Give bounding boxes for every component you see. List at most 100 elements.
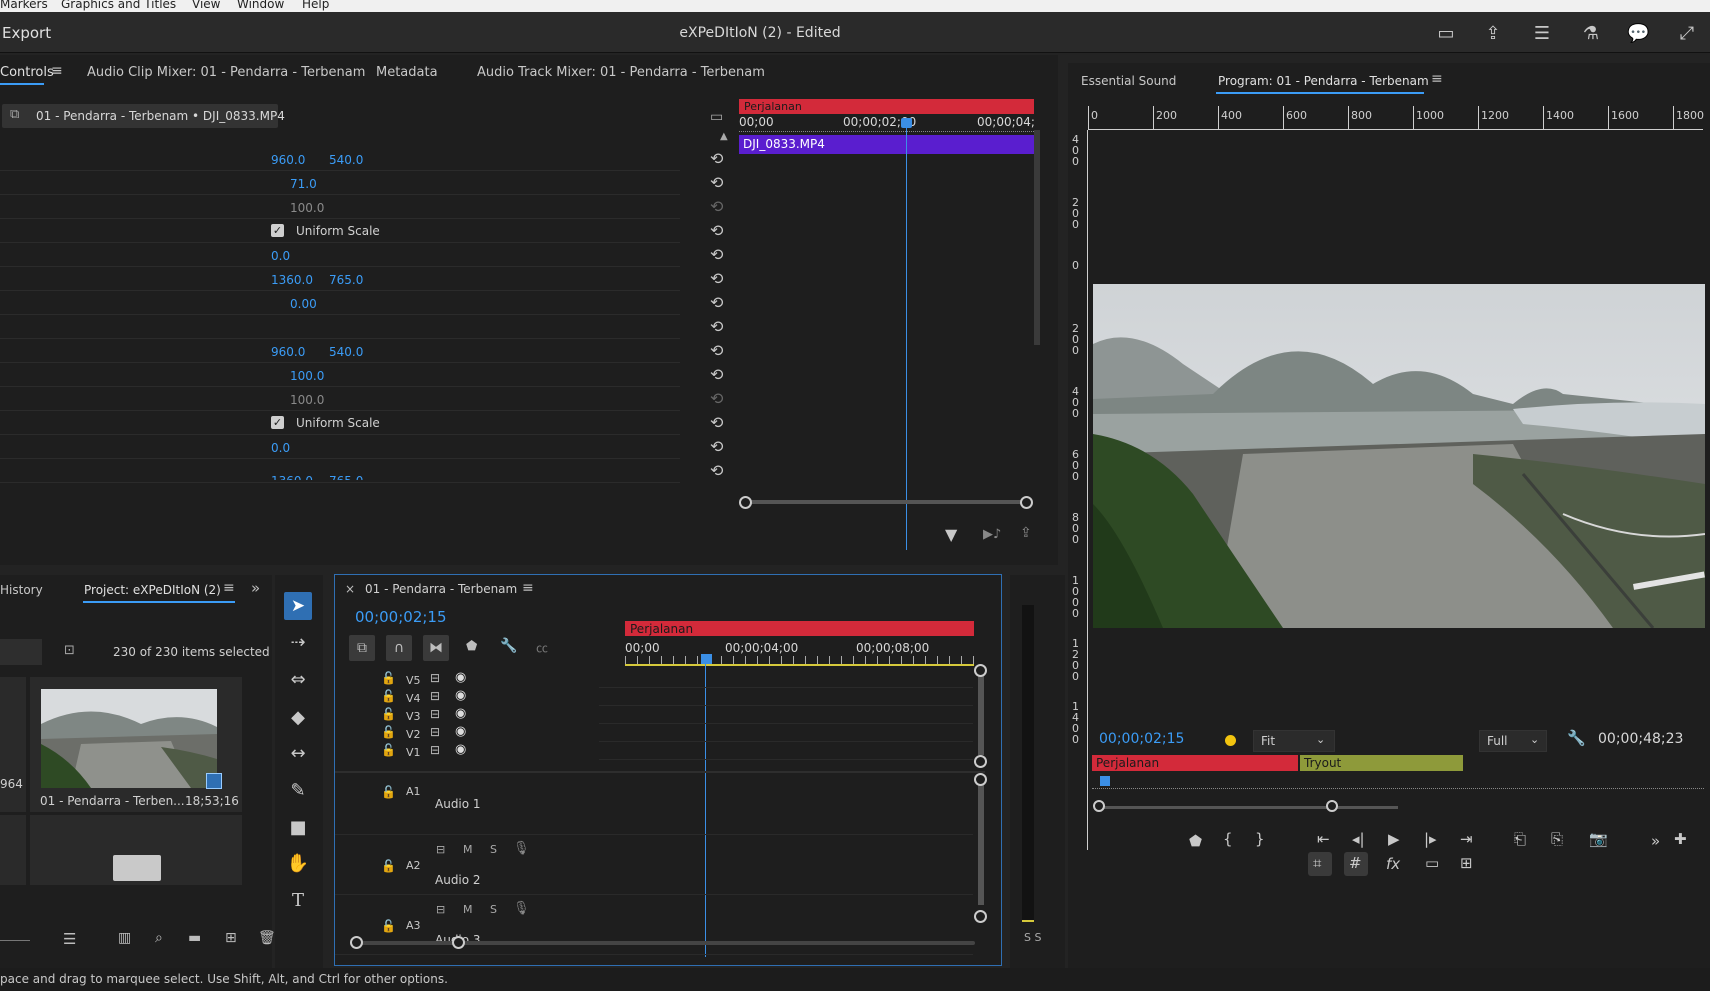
meter-solo-labels[interactable]: S S [1024, 931, 1041, 944]
add-marker-icon[interactable]: ⬟ [1189, 832, 1202, 850]
type-tool-icon[interactable]: T [285, 888, 311, 914]
parameter-value[interactable]: 960.0 [271, 153, 305, 167]
timeline-zoom-handle-right[interactable] [452, 936, 465, 949]
parameter-value[interactable]: 1360.0 [271, 273, 313, 287]
reset-parameter-icon[interactable]: ⟲ [710, 223, 730, 239]
parameter-value-secondary[interactable]: 765.0 [329, 273, 363, 287]
sync-lock-icon[interactable]: ⊟ [430, 707, 440, 721]
program-zoom-left-handle[interactable] [1093, 800, 1105, 812]
eye-icon[interactable]: ◉ [455, 706, 466, 721]
mute-button[interactable]: M [463, 903, 473, 916]
mini-playhead-handle[interactable] [901, 118, 912, 128]
eye-icon[interactable]: ◉ [455, 742, 466, 757]
parameter-value[interactable]: 71.0 [290, 177, 317, 191]
export-clip-icon[interactable]: ⇪ [1020, 525, 1032, 541]
play-audio-icon[interactable]: ▶♪ [983, 527, 1001, 542]
bin-tile-left[interactable] [0, 815, 26, 885]
reset-parameter-icon[interactable]: ⟲ [710, 391, 730, 407]
tab-metadata[interactable]: Metadata [376, 65, 438, 80]
project-search-input[interactable] [0, 639, 42, 665]
menu-graphics[interactable]: Graphics and Titles [61, 0, 176, 11]
comparison-view-icon[interactable]: ▭ [1425, 854, 1439, 872]
lock-icon[interactable]: 🔓 [381, 689, 396, 703]
mini-clip[interactable]: DJI_0833.MP4 [739, 135, 1034, 154]
toggle-timeline-icon[interactable]: ▭ [710, 109, 723, 125]
project-panel-menu-icon[interactable]: ≡ [223, 580, 235, 596]
program-video-frame[interactable] [1093, 284, 1705, 628]
bin-tile[interactable] [30, 815, 242, 885]
video-track-row[interactable]: 🔓 V4 ⊟ ◉ [335, 688, 973, 706]
overwrite-icon[interactable]: ⎘ [1551, 830, 1563, 848]
add-marker-icon[interactable]: ⬟ [466, 639, 477, 654]
reset-parameter-icon[interactable]: ⟲ [710, 151, 730, 167]
video-track-row[interactable]: 🔓 V5 ⊟ ◉ [335, 670, 973, 688]
menu-view[interactable]: View [192, 0, 220, 11]
sync-lock-icon[interactable]: ⊟ [430, 725, 440, 739]
beta-flask-icon[interactable]: ⚗ [1580, 24, 1602, 44]
reset-parameter-icon[interactable]: ⟲ [710, 343, 730, 359]
menu-window[interactable]: Window [237, 0, 284, 11]
timeline-timecode[interactable]: 00;00;02;15 [355, 608, 447, 626]
mini-zoom-handle-left[interactable] [739, 496, 752, 509]
fx-icon[interactable]: fx [1386, 855, 1400, 873]
parameter-value-secondary[interactable]: 540.0 [329, 153, 363, 167]
sync-lock-icon[interactable]: ⊟ [430, 743, 440, 757]
tab-program-monitor[interactable]: Program: 01 - Pendarra - Terbenam [1218, 74, 1429, 88]
mini-zoom-handle-right[interactable] [1020, 496, 1033, 509]
audio-scrollbar[interactable] [978, 785, 984, 905]
lock-icon[interactable]: 🔓 [381, 859, 396, 873]
add-button-icon[interactable]: ✚ [1674, 830, 1687, 848]
zoom-slider[interactable] [0, 940, 30, 941]
wrench-icon[interactable]: 🔧 [1567, 729, 1586, 747]
program-marker-perjalanan[interactable]: Perjalanan [1092, 755, 1298, 771]
feedback-icon[interactable]: 💬 [1627, 24, 1649, 44]
panel-menu-icon[interactable]: ≡ [51, 63, 63, 79]
clear-icon[interactable]: 🗑 [258, 930, 276, 946]
reset-parameter-icon[interactable]: ⟲ [710, 247, 730, 263]
sync-lock-icon[interactable]: ⊟ [436, 843, 445, 856]
mark-out-icon[interactable]: } [1255, 830, 1265, 848]
tab-effect-controls[interactable]: Controls [0, 65, 54, 80]
camera-icon[interactable]: 📷 [1589, 830, 1608, 848]
audio-track-row[interactable]: 🔓A3Audio 3⊟MS🎙 [335, 895, 973, 955]
audio-track-row[interactable]: 🔓 A2 Audio 2 ⊟ M S 🎙 [335, 835, 973, 895]
sequence-work-area[interactable]: Perjalanan [625, 621, 974, 636]
quality-dropdown[interactable]: Full ⌄ [1479, 730, 1547, 752]
mini-vertical-scrollbar[interactable] [1034, 130, 1040, 345]
parameter-value[interactable]: 0.0 [271, 249, 290, 263]
timeline-zoom-handle-left[interactable] [350, 936, 363, 949]
sync-lock-icon[interactable]: ⊟ [436, 903, 445, 916]
more-controls-icon[interactable]: » [1651, 832, 1660, 850]
program-playhead[interactable] [1100, 776, 1110, 786]
tab-essential-sound[interactable]: Essential Sound [1081, 74, 1176, 88]
eye-icon[interactable]: ◉ [455, 670, 466, 685]
mini-zoom-scrollbar[interactable] [743, 500, 1028, 504]
parameter-value[interactable]: 0.0 [271, 441, 290, 455]
fit-dropdown[interactable]: Fit ⌄ [1253, 730, 1335, 752]
parameter-value[interactable]: 960.0 [271, 345, 305, 359]
eye-icon[interactable]: ◉ [455, 724, 466, 739]
freeform-view-icon[interactable]: ▥ [118, 930, 131, 946]
project-item-tile[interactable]: 01 - Pendarra - Terben... 18;53;16 [30, 677, 242, 812]
search-icon[interactable]: ⌕ [155, 930, 163, 946]
reset-parameter-icon[interactable]: ⟲ [710, 199, 730, 215]
parameter-value-secondary[interactable]: 765.0 [329, 474, 363, 480]
razor-tool-icon[interactable]: ◆ [285, 705, 311, 731]
new-bin-from-search-icon[interactable]: ⊡ [64, 643, 75, 658]
play-icon[interactable]: ▶ [1388, 830, 1400, 848]
lock-icon[interactable]: 🔓 [381, 785, 396, 799]
timeline-settings-wrench-icon[interactable]: 🔧 [500, 638, 517, 654]
new-bin-icon[interactable]: ▬ [188, 930, 201, 946]
filter-icon[interactable]: ▼ [945, 525, 957, 544]
audio-track-row[interactable]: 🔓 A1 Audio 1 [335, 775, 973, 835]
slip-tool-icon[interactable]: ↔ [285, 741, 311, 767]
panel-layout-icon[interactable]: ▭ [1435, 24, 1457, 44]
eye-icon[interactable]: ◉ [455, 688, 466, 703]
captions-icon[interactable]: ㏄ [536, 639, 548, 656]
microphone-icon[interactable]: 🎙 [513, 901, 530, 916]
video-track-row[interactable]: 🔓 V2 ⊟ ◉ [335, 724, 973, 742]
program-timecode[interactable]: 00;00;02;15 [1099, 731, 1184, 747]
reset-parameter-icon[interactable]: ⟲ [710, 439, 730, 455]
video-scrollbar[interactable] [978, 670, 984, 755]
step-forward-icon[interactable]: |▸ [1424, 830, 1437, 848]
